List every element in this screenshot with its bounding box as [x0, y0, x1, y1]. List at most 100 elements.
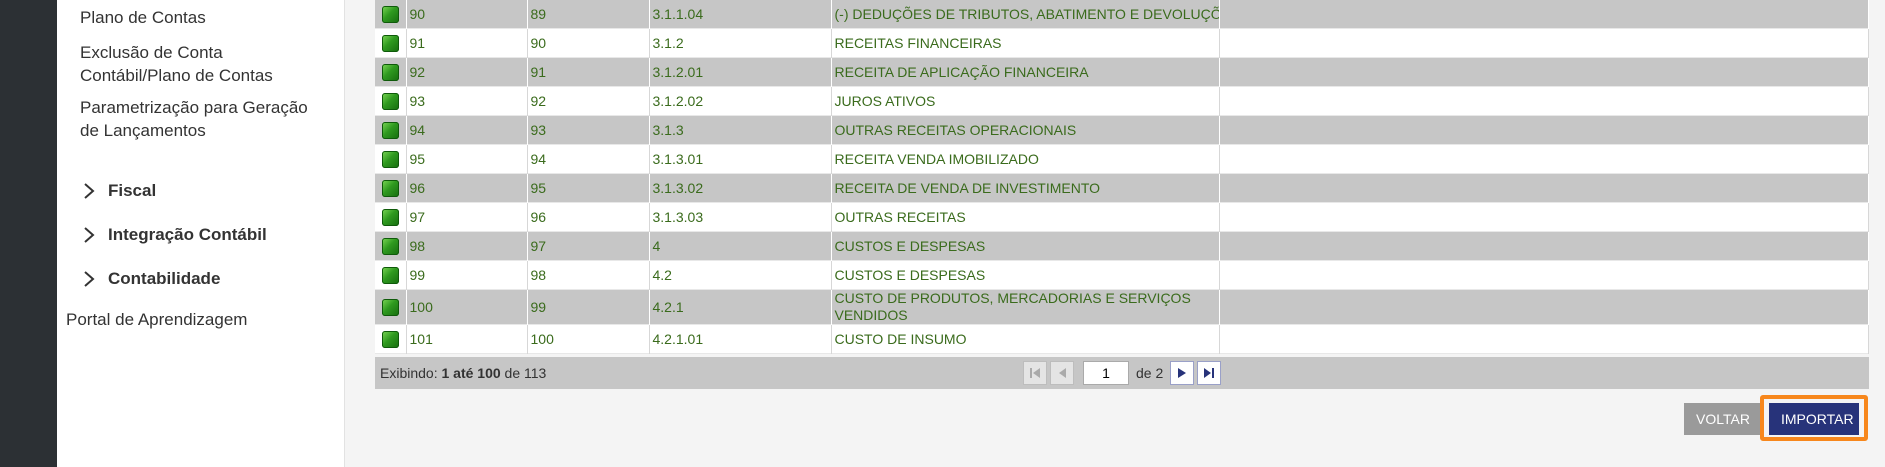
parent-cell: 91	[527, 57, 650, 87]
status-cell	[375, 0, 407, 29]
empty-cell	[1219, 57, 1869, 87]
status-cell	[375, 144, 407, 174]
table-row[interactable]: 98 97 4 CUSTOS E DESPESAS	[375, 231, 1869, 261]
pager-info-prefix: Exibindo:	[380, 365, 442, 381]
status-cell	[375, 57, 407, 87]
code-cell: 3.1.2	[649, 28, 832, 58]
last-page-button[interactable]	[1197, 361, 1222, 385]
table-row[interactable]: 92 91 3.1.2.01 RECEITA DE APLICAÇÃO FINANCE…	[375, 57, 1869, 87]
table-row[interactable]: 100 99 4.2.1 CUSTO DE PRODUTOS, MERCADORIAS…	[375, 289, 1869, 325]
table-row[interactable]: 101 100 4.2.1.01 CUSTO DE INSUMO	[375, 324, 1869, 354]
seq-cell: 98	[406, 231, 528, 261]
empty-cell	[1219, 289, 1869, 325]
last-page-icon	[1204, 368, 1215, 378]
table-row[interactable]: 96 95 3.1.3.02 RECEITA DE VENDA DE INVESTIM…	[375, 173, 1869, 203]
import-button[interactable]: IMPORTAR	[1769, 403, 1859, 435]
page-number-input[interactable]	[1083, 361, 1129, 385]
green-status-icon	[381, 92, 399, 110]
chevron-right-icon	[84, 227, 95, 243]
table-row[interactable]: 93 92 3.1.2.02 JUROS ATIVOS	[375, 86, 1869, 116]
first-page-button[interactable]	[1023, 361, 1047, 385]
sidebar-item-plano-de-contas[interactable]: Plano de Contas	[80, 6, 320, 29]
seq-cell: 92	[406, 57, 528, 87]
sidebar-item-exclusao-conta[interactable]: Exclusão de Conta Contábil/Plano de Cont…	[80, 41, 320, 87]
pager-info-total: de 113	[500, 365, 547, 381]
description-cell: OUTRAS RECEITAS	[831, 202, 1220, 232]
description-cell: CUSTOS E DESPESAS	[831, 260, 1220, 290]
empty-cell	[1219, 173, 1869, 203]
description-cell: RECEITAS FINANCEIRAS	[831, 28, 1220, 58]
description-cell: CUSTO DE PRODUTOS, MERCADORIAS E SERVIÇO…	[831, 289, 1220, 325]
next-page-button[interactable]	[1170, 361, 1195, 385]
table-row[interactable]: 95 94 3.1.3.01 RECEITA VENDA IMOBILIZADO	[375, 144, 1869, 174]
seq-cell: 96	[406, 173, 528, 203]
code-cell: 3.1.3.03	[649, 202, 832, 232]
code-cell: 3.1.3.02	[649, 173, 832, 203]
status-cell	[375, 289, 407, 325]
next-page-icon	[1178, 368, 1187, 378]
green-status-icon	[381, 150, 399, 168]
sidebar: Plano de Contas Exclusão de Conta Contáb…	[57, 0, 345, 467]
sidebar-group-fiscal[interactable]: Fiscal	[82, 180, 156, 202]
seq-cell: 100	[406, 289, 528, 325]
table-row[interactable]: 90 89 3.1.1.04 (-) DEDUÇÕES DE TRIBUTOS, AB…	[375, 0, 1869, 29]
seq-cell: 99	[406, 260, 528, 290]
sidebar-item-portal-aprendizagem[interactable]: Portal de Aprendizagem	[66, 310, 247, 330]
chevron-right-icon	[84, 183, 95, 199]
back-button[interactable]: VOLTAR	[1684, 403, 1762, 435]
empty-cell	[1219, 0, 1869, 29]
empty-cell	[1219, 260, 1869, 290]
green-status-icon	[381, 237, 399, 255]
green-status-icon	[381, 266, 399, 284]
seq-cell: 101	[406, 324, 528, 354]
table-row[interactable]: 94 93 3.1.3 OUTRAS RECEITAS OPERACIONAIS	[375, 115, 1869, 145]
empty-cell	[1219, 144, 1869, 174]
code-cell: 3.1.2.01	[649, 57, 832, 87]
code-cell: 3.1.2.02	[649, 86, 832, 116]
status-cell	[375, 173, 407, 203]
sidebar-group-contabilidade[interactable]: Contabilidade	[82, 268, 220, 290]
description-cell: JUROS ATIVOS	[831, 86, 1220, 116]
parent-cell: 97	[527, 231, 650, 261]
status-cell	[375, 28, 407, 58]
description-cell: (-) DEDUÇÕES DE TRIBUTOS, ABATIMENTO E D…	[831, 0, 1220, 29]
parent-cell: 98	[527, 260, 650, 290]
green-status-icon	[381, 63, 399, 81]
sidebar-item-parametrizacao[interactable]: Parametrização para Geração de Lançament…	[80, 96, 320, 142]
description-cell: CUSTOS E DESPESAS	[831, 231, 1220, 261]
empty-cell	[1219, 115, 1869, 145]
description-cell: RECEITA DE VENDA DE INVESTIMENTO	[831, 173, 1220, 203]
table-row[interactable]: 91 90 3.1.2 RECEITAS FINANCEIRAS	[375, 28, 1869, 58]
first-page-icon	[1030, 368, 1040, 378]
pager-controls: de 2	[1023, 361, 1222, 385]
description-cell: CUSTO DE INSUMO	[831, 324, 1220, 354]
parent-cell: 95	[527, 173, 650, 203]
code-cell: 3.1.3	[649, 115, 832, 145]
status-cell	[375, 115, 407, 145]
pager-info-range: 1 até 100	[441, 365, 501, 381]
status-cell	[375, 260, 407, 290]
left-rail	[0, 0, 57, 467]
sidebar-group-integracao-contabil[interactable]: Integração Contábil	[82, 224, 267, 246]
sidebar-group-label: Integração Contábil	[108, 225, 267, 244]
parent-cell: 96	[527, 202, 650, 232]
description-cell: RECEITA VENDA IMOBILIZADO	[831, 144, 1220, 174]
status-cell	[375, 324, 407, 354]
code-cell: 4	[649, 231, 832, 261]
prev-page-button[interactable]	[1050, 361, 1074, 385]
code-cell: 3.1.3.01	[649, 144, 832, 174]
table-row[interactable]: 99 98 4.2 CUSTOS E DESPESAS	[375, 260, 1869, 290]
page-count-label: de 2	[1136, 365, 1164, 381]
green-status-icon	[381, 298, 399, 316]
parent-cell: 94	[527, 144, 650, 174]
green-status-icon	[381, 34, 399, 52]
parent-cell: 92	[527, 86, 650, 116]
status-cell	[375, 86, 407, 116]
green-status-icon	[381, 5, 399, 23]
seq-cell: 94	[406, 115, 528, 145]
table-row[interactable]: 97 96 3.1.3.03 OUTRAS RECEITAS	[375, 202, 1869, 232]
main-content: 90 89 3.1.1.04 (-) DEDUÇÕES DE TRIBUTOS, AB…	[345, 0, 1885, 467]
seq-cell: 95	[406, 144, 528, 174]
green-status-icon	[381, 121, 399, 139]
sidebar-group-label: Contabilidade	[108, 269, 221, 288]
